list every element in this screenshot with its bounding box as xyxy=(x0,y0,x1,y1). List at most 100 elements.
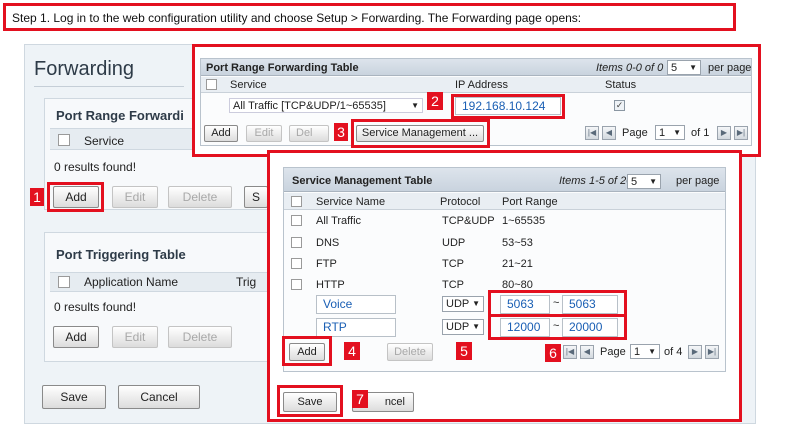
popup2-of-pages: of 4 xyxy=(664,346,683,358)
marker-3: 3 xyxy=(334,123,348,141)
port-trigger-col-trig: Trig xyxy=(236,275,257,289)
marker-1: 1 xyxy=(30,188,44,206)
popup1-page-label: Page xyxy=(622,127,648,139)
popup2-select-all[interactable] xyxy=(291,196,302,207)
row-checkbox[interactable] xyxy=(291,279,302,290)
port-trigger-delete-button[interactable]: Delete xyxy=(168,326,232,348)
marker-box-6a xyxy=(488,290,627,317)
popup1-last-page-icon[interactable]: ▶| xyxy=(734,126,748,140)
rtp-protocol-select[interactable]: UDP ▼ xyxy=(442,319,484,335)
popup2-col-name: Service Name xyxy=(316,196,386,208)
chevron-down-icon: ▼ xyxy=(689,63,697,72)
port-range-select-all[interactable] xyxy=(58,134,70,146)
service-protocol: TCP&UDP xyxy=(442,215,495,227)
chevron-down-icon: ▼ xyxy=(648,347,656,356)
voice-protocol-select[interactable]: UDP ▼ xyxy=(442,296,484,312)
popup1-col-status: Status xyxy=(605,79,637,91)
port-range-edit-button[interactable]: Edit xyxy=(112,186,158,208)
instruction-text: Step 1. Log in to the web configuration … xyxy=(12,11,582,25)
chevron-down-icon: ▼ xyxy=(673,128,681,137)
marker-box-6b xyxy=(488,314,627,340)
voice-name-input[interactable]: Voice xyxy=(316,295,396,314)
port-range-delete-button[interactable]: Delete xyxy=(168,186,232,208)
popup1-next-page-icon[interactable]: ▶ xyxy=(717,126,731,140)
popup1-status-checkbox[interactable]: ✓ xyxy=(614,100,625,111)
popup1-select-all[interactable] xyxy=(206,79,217,90)
rtp-name-input[interactable]: RTP xyxy=(316,318,396,337)
chevron-down-icon: ▼ xyxy=(472,299,480,308)
popup2-per-page-label: per page xyxy=(676,175,720,187)
popup1-of-pages: of 1 xyxy=(691,127,710,139)
port-range-title: Port Range Forwardi xyxy=(56,108,184,123)
popup1-page-value: 1 xyxy=(659,127,666,139)
popup1-page-select[interactable]: 1 ▼ xyxy=(655,125,685,140)
cancel-button[interactable]: Cancel xyxy=(118,385,200,409)
popup2-last-page-icon[interactable]: ▶| xyxy=(705,345,719,359)
popup2-next-page-icon[interactable]: ▶ xyxy=(688,345,702,359)
marker-2: 2 xyxy=(427,92,443,110)
popup1-col-ip: IP Address xyxy=(455,79,508,91)
port-trigger-results: 0 results found! xyxy=(54,300,137,314)
popup1-add-button[interactable]: Add xyxy=(204,125,238,142)
port-trigger-col-app: Application Name xyxy=(84,275,179,289)
service-name: FTP xyxy=(316,258,337,270)
popup1-items: Items 0-0 of 0 xyxy=(596,62,664,74)
marker-box-1 xyxy=(47,182,104,212)
popup2-per-page-value: 5 xyxy=(631,176,638,188)
service-name: All Traffic xyxy=(316,215,362,227)
marker-box-2 xyxy=(451,94,565,119)
service-name: HTTP xyxy=(316,279,345,291)
port-trigger-title: Port Triggering Table xyxy=(56,247,186,262)
chevron-down-icon: ▼ xyxy=(411,101,419,110)
service-range: 1~65535 xyxy=(502,215,546,227)
marker-box-3 xyxy=(351,119,490,148)
popup1-prev-page-icon[interactable]: ◀ xyxy=(602,126,616,140)
popup1-delete-button[interactable]: Del xyxy=(289,125,329,142)
port-trigger-select-all[interactable] xyxy=(58,276,70,288)
chevron-down-icon: ▼ xyxy=(649,177,657,186)
popup2-title: Service Management Table xyxy=(292,175,433,187)
chevron-down-icon: ▼ xyxy=(472,322,480,331)
popup1-per-page-value: 5 xyxy=(671,62,678,74)
popup1-per-page-label: per page xyxy=(708,62,752,74)
service-protocol: TCP xyxy=(442,279,464,291)
port-range-col-service: Service xyxy=(84,134,125,148)
voice-protocol-value: UDP xyxy=(446,298,470,310)
popup2-col-protocol: Protocol xyxy=(440,196,481,208)
port-trigger-add-button[interactable]: Add xyxy=(53,326,99,348)
service-range: 53~53 xyxy=(502,237,533,249)
row-checkbox[interactable] xyxy=(291,258,302,269)
popup1-per-page-select[interactable]: 5 ▼ xyxy=(667,60,701,75)
popup2-page-select[interactable]: 1 ▼ xyxy=(630,344,660,359)
save-button[interactable]: Save xyxy=(42,385,106,409)
popup1-service-select[interactable]: All Traffic [TCP&UDP/1~65535] ▼ xyxy=(229,98,423,113)
page-title-divider xyxy=(34,86,184,87)
marker-box-4 xyxy=(282,336,332,366)
port-trigger-edit-button[interactable]: Edit xyxy=(112,326,158,348)
row-checkbox[interactable] xyxy=(291,237,302,248)
row-checkbox[interactable] xyxy=(291,215,302,226)
rtp-protocol-value: UDP xyxy=(446,321,470,333)
popup2-page-label: Page xyxy=(600,346,626,358)
popup2-first-page-icon[interactable]: |◀ xyxy=(563,345,577,359)
port-range-extra-button[interactable]: S xyxy=(244,186,268,208)
popup1-first-page-icon[interactable]: |◀ xyxy=(585,126,599,140)
popup2-col-range: Port Range xyxy=(502,196,558,208)
service-name: DNS xyxy=(316,237,340,249)
popup2-delete-button[interactable]: Delete xyxy=(387,343,433,361)
service-protocol: TCP xyxy=(442,258,464,270)
marker-7: 7 xyxy=(352,390,368,408)
popup1-service-value: All Traffic [TCP&UDP/1~65535] xyxy=(233,100,386,112)
marker-5: 5 xyxy=(456,342,472,360)
popup2-items: Items 1-5 of 20 xyxy=(559,175,633,187)
popup1-title: Port Range Forwarding Table xyxy=(206,62,359,74)
popup1-edit-button[interactable]: Edit xyxy=(246,125,282,142)
popup2-page-value: 1 xyxy=(634,346,641,358)
marker-4: 4 xyxy=(344,342,360,360)
service-protocol: UDP xyxy=(442,237,466,249)
page-title: Forwarding xyxy=(34,58,135,80)
marker-box-7 xyxy=(277,385,343,417)
marker-6: 6 xyxy=(545,344,561,362)
popup2-prev-page-icon[interactable]: ◀ xyxy=(580,345,594,359)
popup2-per-page-select[interactable]: 5 ▼ xyxy=(627,174,661,189)
